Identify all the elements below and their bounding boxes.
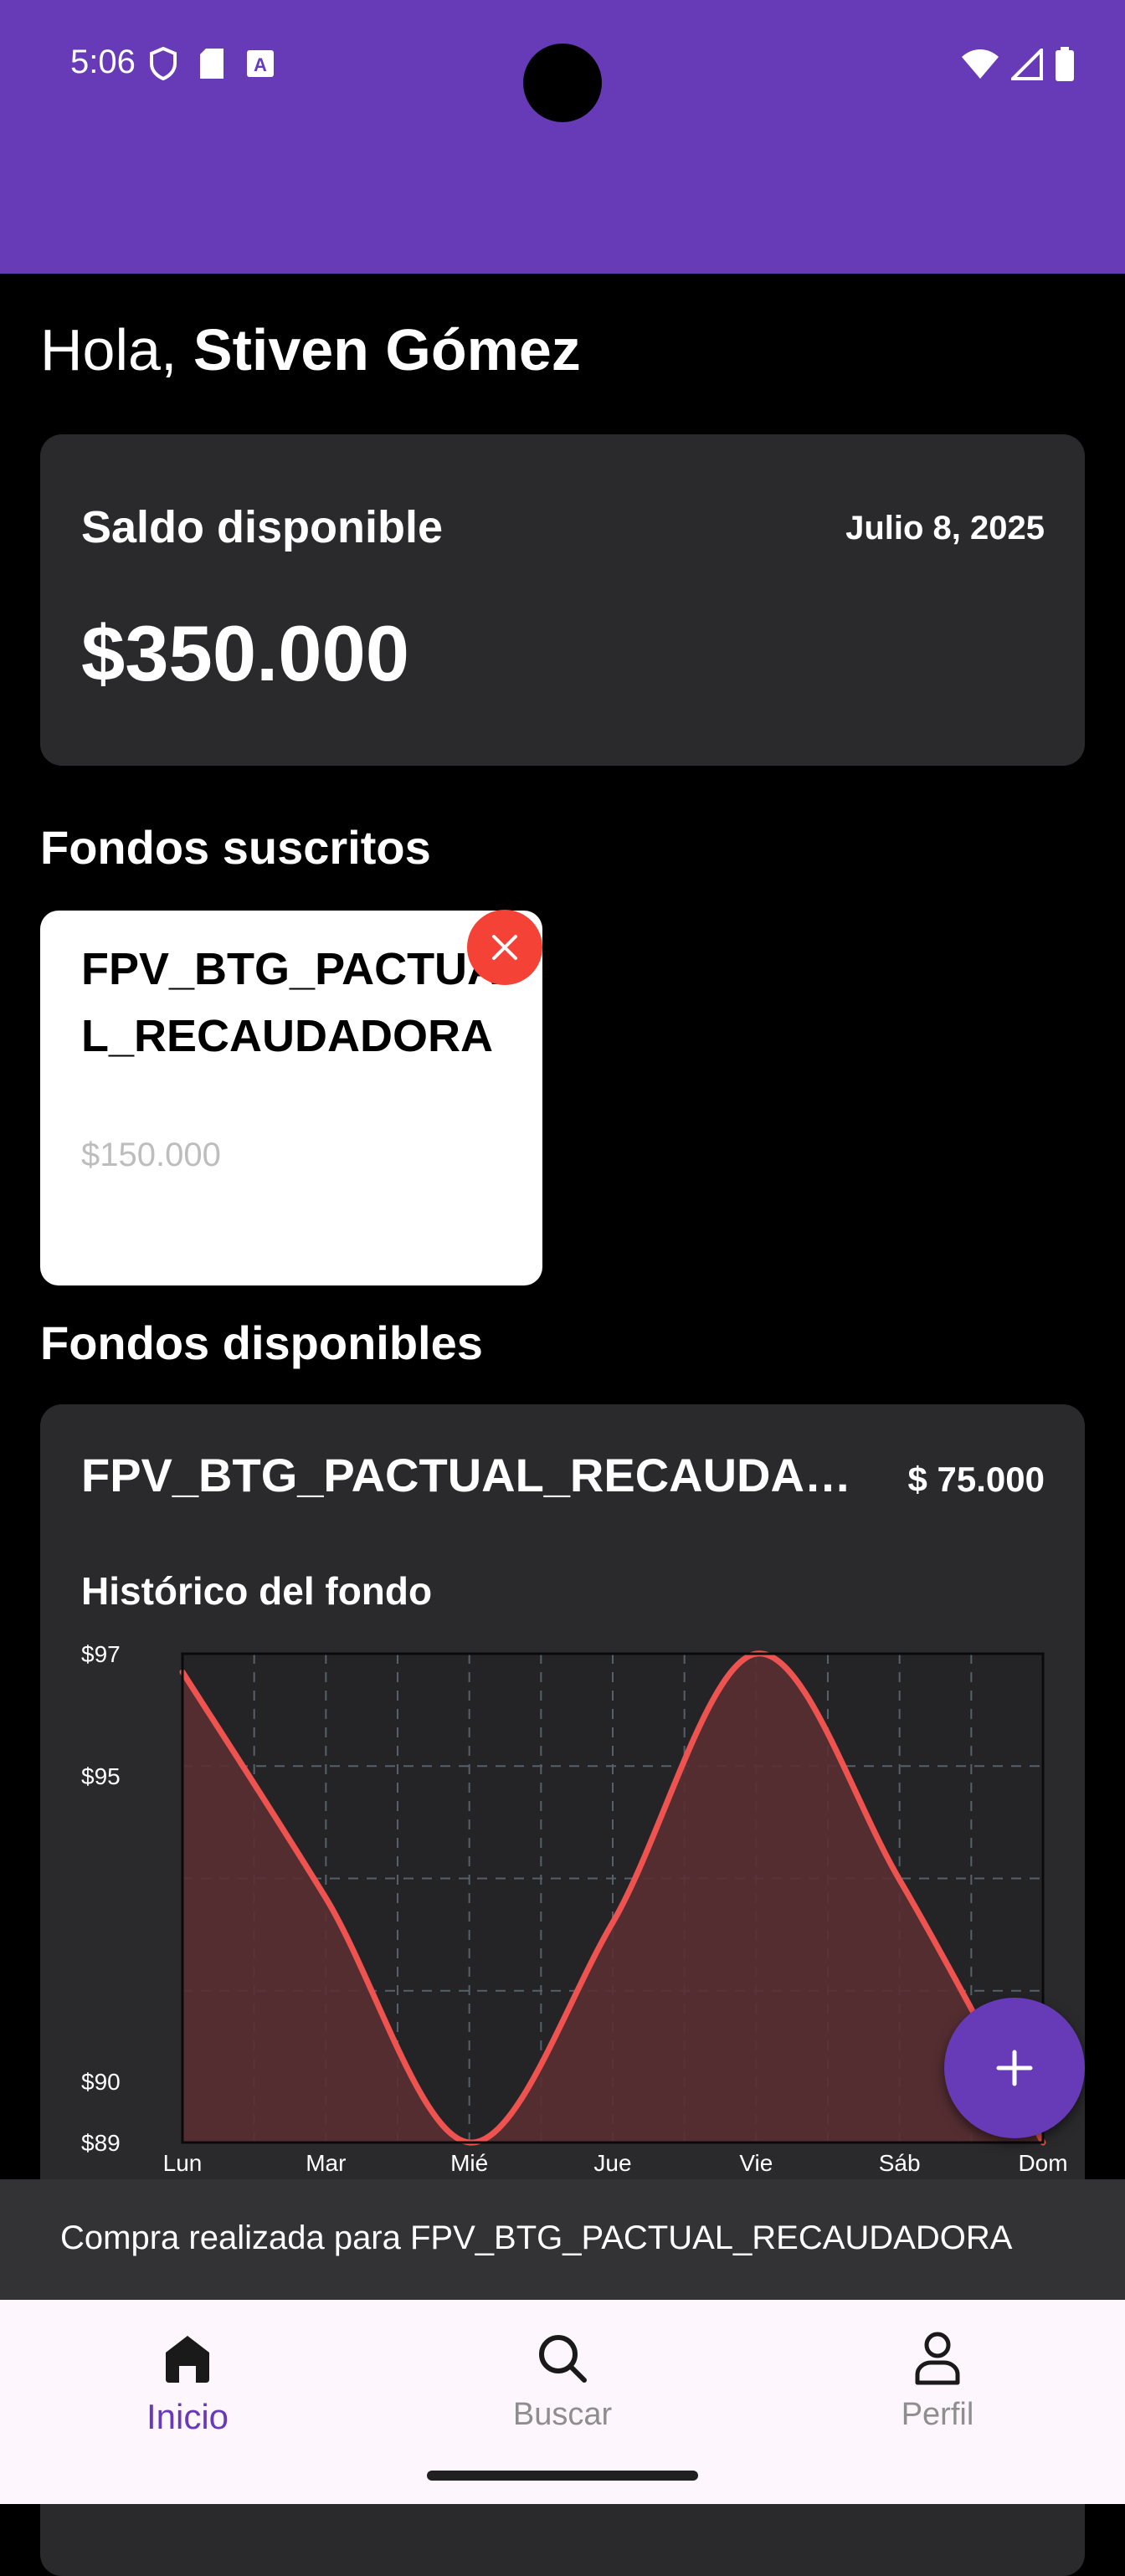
- status-time: 5:06: [70, 44, 136, 80]
- chart-x-tick-label: Jue: [593, 2150, 631, 2176]
- home-icon: [166, 2336, 209, 2383]
- subscribed-fund-card[interactable]: FPV_BTG_PACTUAL_RECAUDADORA $150.000: [40, 911, 542, 1285]
- user-name: Stiven Gómez: [193, 317, 581, 382]
- app-status-bar: 5:06 A: [0, 0, 1125, 274]
- chart-y-tick-label: $95: [81, 1763, 121, 1789]
- balance-amount: $350.000: [81, 609, 410, 697]
- battery-icon: [1056, 47, 1074, 81]
- greeting-prefix: Hola,: [40, 317, 193, 382]
- shield-icon: [150, 47, 177, 80]
- snackbar-message: Compra realizada para FPV_BTG_PACTUAL_RE…: [60, 2219, 1013, 2256]
- cancel-subscription-button[interactable]: [467, 910, 542, 985]
- balance-date: Julio 8, 2025: [845, 510, 1045, 547]
- nav-label-buscar: Buscar: [512, 2397, 613, 2432]
- sd-card-icon: [200, 49, 223, 79]
- nav-label-inicio: Inicio: [146, 2397, 229, 2436]
- text-a-icon: A: [247, 50, 274, 77]
- balance-label: Saldo disponible: [81, 502, 444, 552]
- nav-item-buscar[interactable]: Buscar: [375, 2300, 750, 2467]
- status-system-icons: [961, 47, 1075, 82]
- snackbar: Compra realizada para FPV_BTG_PACTUAL_RE…: [0, 2179, 1125, 2300]
- subscribed-section-title: Fondos suscritos: [40, 821, 431, 874]
- home-indicator: [427, 2471, 698, 2481]
- available-section-title: Fondos disponibles: [40, 1316, 483, 1369]
- search-icon: [539, 2335, 587, 2383]
- svg-text:A: A: [254, 54, 267, 75]
- wifi-icon: [962, 49, 999, 79]
- nav-item-perfil[interactable]: Perfil: [750, 2300, 1125, 2467]
- plus-icon: [996, 2050, 1033, 2086]
- chart-y-tick-label: $97: [81, 1641, 121, 1667]
- add-fund-button[interactable]: [944, 1998, 1085, 2138]
- chart-x-tick-label: Lun: [163, 2150, 203, 2176]
- subscribed-fund-amount: $150.000: [81, 1137, 221, 1173]
- close-icon: [492, 935, 517, 960]
- signal-icon: [1011, 49, 1043, 80]
- camera-cutout: [523, 44, 602, 122]
- chart-x-tick-label: Vie: [739, 2150, 773, 2176]
- balance-card: Saldo disponible Julio 8, 2025 $350.000: [40, 434, 1085, 766]
- nav-item-inicio[interactable]: Inicio: [0, 2300, 375, 2467]
- fund-history-chart: $97 $95 $90 $89 Lun Mar Mié Jue Vie Sáb Dom: [81, 1641, 1068, 2176]
- chart-y-tick-label: $90: [81, 2069, 121, 2095]
- greeting: Hola, Stiven Gómez: [40, 316, 581, 383]
- chart-x-tick-label: Sáb: [879, 2150, 921, 2176]
- chart-x-tick-label: Mié: [450, 2150, 488, 2176]
- status-notification-icons: A: [149, 47, 275, 80]
- chart-y-tick-label: $89: [81, 2130, 121, 2156]
- person-icon: [915, 2332, 960, 2385]
- nav-label-perfil: Perfil: [901, 2397, 974, 2432]
- chart-x-tick-label: Dom: [1018, 2150, 1067, 2176]
- subscribed-fund-name: FPV_BTG_PACTUAL_RECAUDADORA: [81, 944, 501, 1061]
- chart-x-tick-label: Mar: [306, 2150, 346, 2176]
